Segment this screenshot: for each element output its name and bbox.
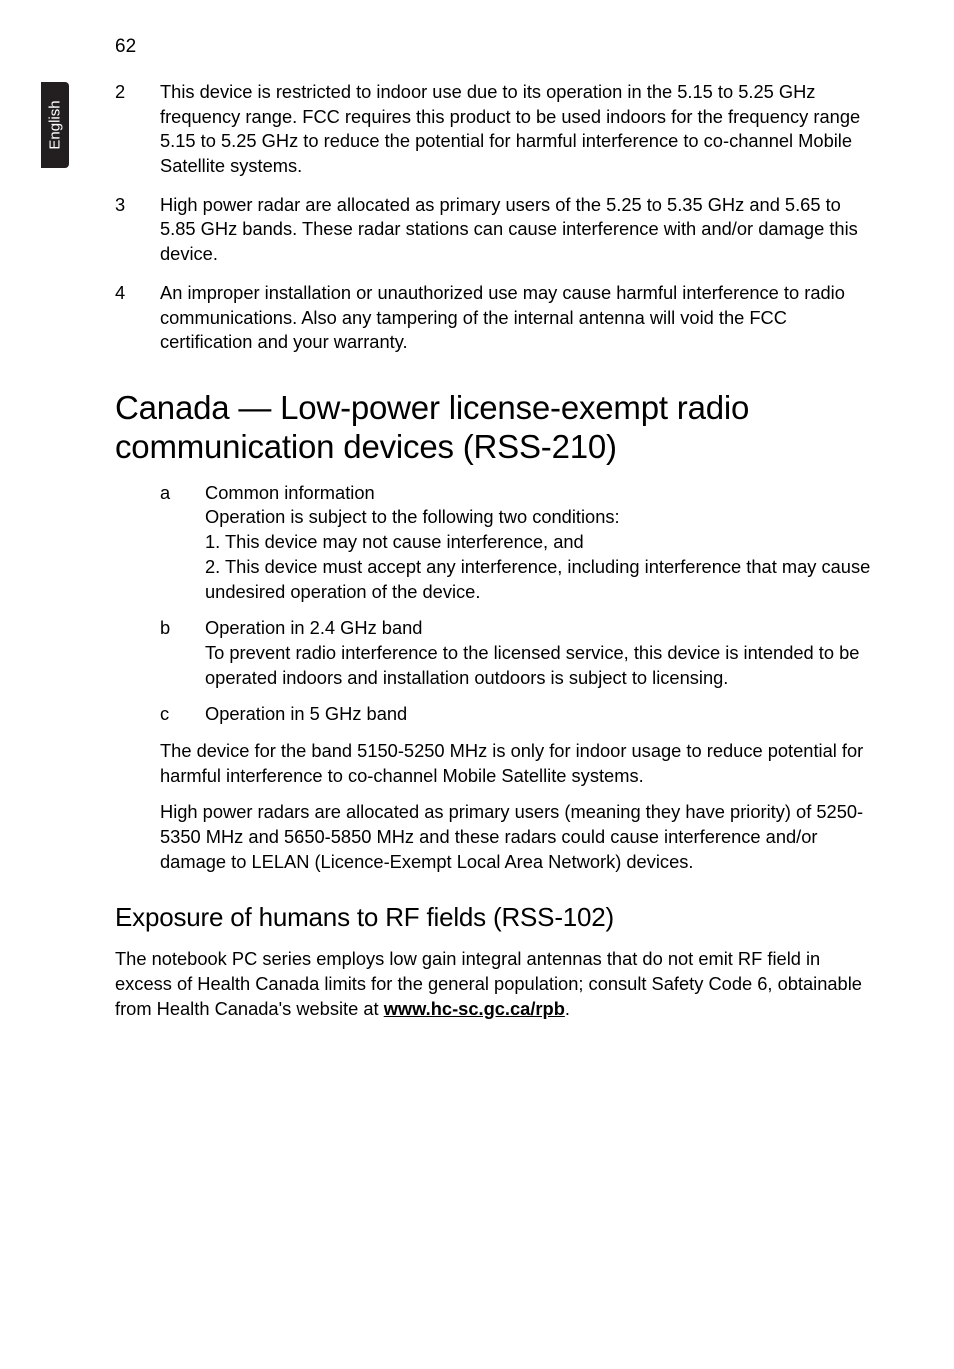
list-text: This device is restricted to indoor use … — [160, 80, 880, 179]
final-paragraph: The notebook PC series employs low gain … — [115, 947, 880, 1021]
sub-list-line: Operation in 5 GHz band — [205, 702, 880, 727]
sub-list-line: To prevent radio interference to the lic… — [205, 641, 880, 690]
sub-list-item: c Operation in 5 GHz band — [160, 702, 880, 727]
sub-list-line: 1. This device may not cause interferenc… — [205, 530, 880, 555]
list-number: 4 — [115, 281, 160, 355]
sub-list-item: a Common information Operation is subjec… — [160, 481, 880, 604]
sub-list-item: b Operation in 2.4 GHz band To prevent r… — [160, 616, 880, 690]
list-number: 3 — [115, 193, 160, 267]
language-tab-label: English — [47, 100, 64, 149]
sub-list-letter: b — [160, 616, 205, 690]
list-text: An improper installation or unauthorized… — [160, 281, 880, 355]
list-item: 4 An improper installation or unauthoriz… — [115, 281, 880, 355]
sub-list-line: Operation in 2.4 GHz band — [205, 616, 880, 641]
sub-list-body: Operation in 5 GHz band — [205, 702, 880, 727]
heading-exposure: Exposure of humans to RF fields (RSS-102… — [115, 902, 880, 933]
list-item: 2 This device is restricted to indoor us… — [115, 80, 880, 179]
sub-list-letter: c — [160, 702, 205, 727]
indented-paragraph: High power radars are allocated as prima… — [160, 800, 880, 874]
list-text: High power radar are allocated as primar… — [160, 193, 880, 267]
sub-list-line: Common information — [205, 481, 880, 506]
language-tab: English — [41, 82, 69, 168]
final-paragraph-post: . — [565, 998, 570, 1019]
indented-paragraph: The device for the band 5150-5250 MHz is… — [160, 739, 880, 788]
heading-canada: Canada — Low-power license-exempt radio … — [115, 389, 880, 467]
list-number: 2 — [115, 80, 160, 179]
sub-list-line: Operation is subject to the following tw… — [205, 505, 880, 530]
health-canada-link[interactable]: www.hc-sc.gc.ca/rpb — [384, 998, 565, 1019]
page-content: 2 This device is restricted to indoor us… — [115, 80, 880, 1021]
sub-list-letter: a — [160, 481, 205, 604]
sub-list-body: Common information Operation is subject … — [205, 481, 880, 604]
sub-list-body: Operation in 2.4 GHz band To prevent rad… — [205, 616, 880, 690]
sub-list-line: 2. This device must accept any interfere… — [205, 555, 880, 604]
list-item: 3 High power radar are allocated as prim… — [115, 193, 880, 267]
page-number: 62 — [115, 36, 136, 58]
